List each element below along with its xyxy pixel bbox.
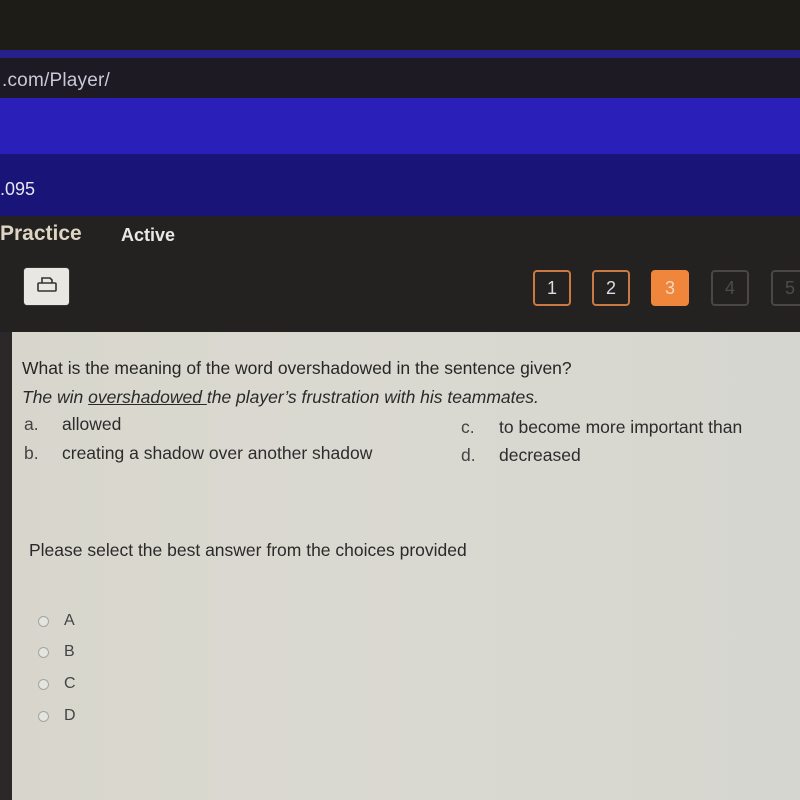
answer-option-label[interactable]: D [64,707,76,725]
answer-option-d[interactable]: D [38,707,76,725]
radio-button[interactable] [38,678,49,690]
question-prompt: What is the meaning of the word overshad… [22,358,572,378]
choice-d: d. decreased [461,445,581,466]
sentence-start: The win [22,387,89,407]
radio-button[interactable] [38,710,49,722]
question-nav-3[interactable]: 3 [651,270,689,306]
course-code: .095 [0,179,36,199]
answer-option-label[interactable]: B [64,643,75,661]
sentence-end: the player’s frustration with his teamma… [206,387,539,407]
answer-instructions: Please select the best answer from the c… [29,540,467,560]
screen-bezel-left [0,332,12,800]
address-url[interactable]: .com/Player/ [2,70,110,92]
answer-option-label[interactable]: C [64,675,76,693]
question-nav-label: 5 [784,277,795,298]
answer-option-label[interactable]: A [64,612,75,630]
tab-practice[interactable]: Practice [0,222,82,246]
choice-a: a. allowed [24,414,121,435]
choice-letter: d. [461,445,476,465]
course-header [0,154,800,216]
choice-letter: a. [24,414,39,434]
answer-option-b[interactable]: B [38,643,75,661]
underlined-word: overshadowed [88,387,207,407]
choice-b: b. creating a shadow over another shadow [24,443,372,464]
browser-accent-stripe [0,50,800,58]
question-nav-label: 4 [724,277,735,298]
screen-bezel-top [0,0,800,50]
address-bar[interactable] [0,58,800,98]
radio-button[interactable] [38,646,49,658]
question-nav-label: 1 [546,277,557,298]
printer-icon [36,275,58,298]
question-nav-2[interactable]: 2 [592,270,630,306]
question-nav-5: 5 [771,270,800,306]
question-nav-label: 3 [664,277,675,298]
question-nav-label: 2 [605,277,616,298]
question-sentence: The win overshadowed the player’s frustr… [22,387,539,408]
choice-letter: b. [24,443,39,463]
choice-text: decreased [499,445,581,465]
question-nav-1[interactable]: 1 [533,270,571,306]
answer-option-a[interactable]: A [38,612,75,630]
choice-c: c. to become more important than [461,417,742,438]
radio-button[interactable] [38,615,49,627]
choice-text: to become more important than [499,417,743,437]
print-button[interactable] [24,268,69,305]
choice-text: allowed [62,414,122,434]
question-nav-4: 4 [711,270,749,306]
answer-option-c[interactable]: C [38,675,76,693]
status-active: Active [121,225,176,245]
choice-text: creating a shadow over another shadow [62,443,373,463]
choice-letter: c. [461,417,475,437]
app-header-band [0,98,800,154]
